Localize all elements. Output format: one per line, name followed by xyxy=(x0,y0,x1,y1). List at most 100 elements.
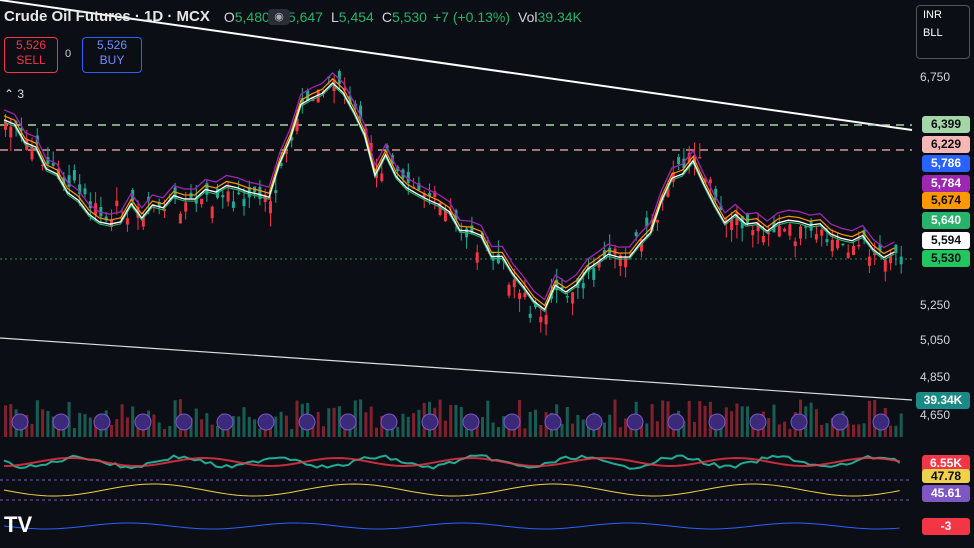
event-icon xyxy=(667,413,685,431)
sub-label-rsi-signal: 47.78 xyxy=(922,469,970,483)
currency-menu[interactable]: INR BLL xyxy=(916,5,970,59)
candle-body xyxy=(221,195,225,198)
candle-body xyxy=(178,213,182,224)
volume-bar xyxy=(412,413,416,437)
event-icon xyxy=(708,413,726,431)
volume-bar xyxy=(825,423,829,437)
indicators-toggle[interactable]: ⌃ 3 xyxy=(4,87,24,101)
volume-bar xyxy=(449,405,453,437)
volume-bar xyxy=(899,413,903,437)
volume-bar xyxy=(777,424,781,437)
volume-bar xyxy=(41,409,45,437)
volume-bar xyxy=(417,409,421,437)
candle-body xyxy=(883,259,887,272)
volume-bar xyxy=(602,422,606,437)
volume-bar xyxy=(125,417,129,437)
candle-body xyxy=(226,191,230,202)
candle-body xyxy=(857,244,861,247)
candle-body xyxy=(72,170,76,181)
volume-bar xyxy=(783,421,787,437)
event-icon xyxy=(257,413,275,431)
volume-bar xyxy=(210,424,214,437)
candle-body xyxy=(830,239,834,252)
candle-body xyxy=(793,241,797,247)
volume-bar xyxy=(698,401,702,437)
candle-body xyxy=(475,252,479,263)
candle-body xyxy=(852,245,855,255)
buy-button[interactable]: 5,526 BUY xyxy=(82,37,142,73)
high-value: 5,647 xyxy=(287,8,323,25)
symbol-title[interactable]: Crude Oil Futures · 1D · MCX xyxy=(4,8,210,25)
candle-body xyxy=(899,256,903,265)
volume-bar xyxy=(205,413,209,437)
price-label-level-high: 6,399 xyxy=(922,116,970,133)
event-icon xyxy=(749,413,767,431)
candle-body xyxy=(814,234,818,240)
candle-body xyxy=(518,292,522,299)
event-icon xyxy=(52,413,70,431)
volume-bar xyxy=(862,423,866,437)
eye-icon[interactable]: ◉ xyxy=(268,9,290,25)
candle-body xyxy=(655,219,659,223)
volume-bar xyxy=(465,428,469,437)
event-icon xyxy=(93,413,111,431)
price-label-ma-white: 5,594 xyxy=(922,232,970,249)
volume-bar xyxy=(454,404,458,437)
volume-bar xyxy=(889,425,893,437)
volume-bar xyxy=(258,428,262,437)
candle-body xyxy=(634,232,638,237)
candle-body xyxy=(83,188,87,195)
volume-bar xyxy=(772,404,776,437)
volume-bar xyxy=(46,411,50,437)
tradingview-logo-icon[interactable]: TV xyxy=(4,512,32,538)
price-label-ma-orange: 5,674 xyxy=(922,192,970,209)
event-icon xyxy=(380,413,398,431)
candle-body xyxy=(592,268,596,280)
candle-body xyxy=(539,316,543,323)
axis-tick: 5,050 xyxy=(920,333,951,347)
volume-bar xyxy=(687,400,691,437)
volume-bar xyxy=(332,407,336,437)
volume-bar xyxy=(650,404,654,437)
volume-bar xyxy=(406,416,410,437)
candle-body xyxy=(125,218,129,225)
event-icon xyxy=(790,413,808,431)
volume-bar xyxy=(496,426,500,437)
event-icon xyxy=(872,413,890,431)
candle-body xyxy=(751,230,755,236)
volume-bar xyxy=(857,424,861,437)
candle-body xyxy=(841,243,845,246)
volume-bar xyxy=(867,400,871,437)
change-value: +7 (+0.13%) xyxy=(432,8,511,25)
volume-bar xyxy=(539,424,543,437)
event-icon xyxy=(831,413,849,431)
volume-bar xyxy=(767,418,771,437)
volume-bar xyxy=(613,399,617,437)
candle-body xyxy=(783,228,787,232)
candle-body xyxy=(846,252,850,258)
volume-bar xyxy=(481,417,484,437)
volume-bar xyxy=(693,422,696,437)
volume-bar xyxy=(131,406,135,437)
volume-bar xyxy=(83,414,87,437)
candle-body xyxy=(799,226,802,239)
volume-bar xyxy=(735,403,739,437)
candle-body xyxy=(889,256,893,264)
volume-bar xyxy=(491,422,495,437)
volume-bar xyxy=(396,426,400,437)
sell-button[interactable]: 5,526 SELL xyxy=(4,37,58,73)
volume-bar xyxy=(242,407,246,437)
candle-body xyxy=(867,256,871,266)
volume-bar xyxy=(279,411,283,437)
price-chart[interactable] xyxy=(0,0,974,548)
candle-body xyxy=(115,200,119,207)
volume-bar xyxy=(560,423,564,437)
event-icon xyxy=(339,413,357,431)
candle-body xyxy=(788,224,792,236)
axis-tick: 6,750 xyxy=(920,70,951,84)
axis-tick: 4,850 xyxy=(920,370,951,384)
volume-bar xyxy=(581,419,585,437)
axis-tick: 5,250 xyxy=(920,298,951,312)
price-label-level-low: 6,229 xyxy=(922,136,970,153)
volume-bar xyxy=(327,408,331,437)
